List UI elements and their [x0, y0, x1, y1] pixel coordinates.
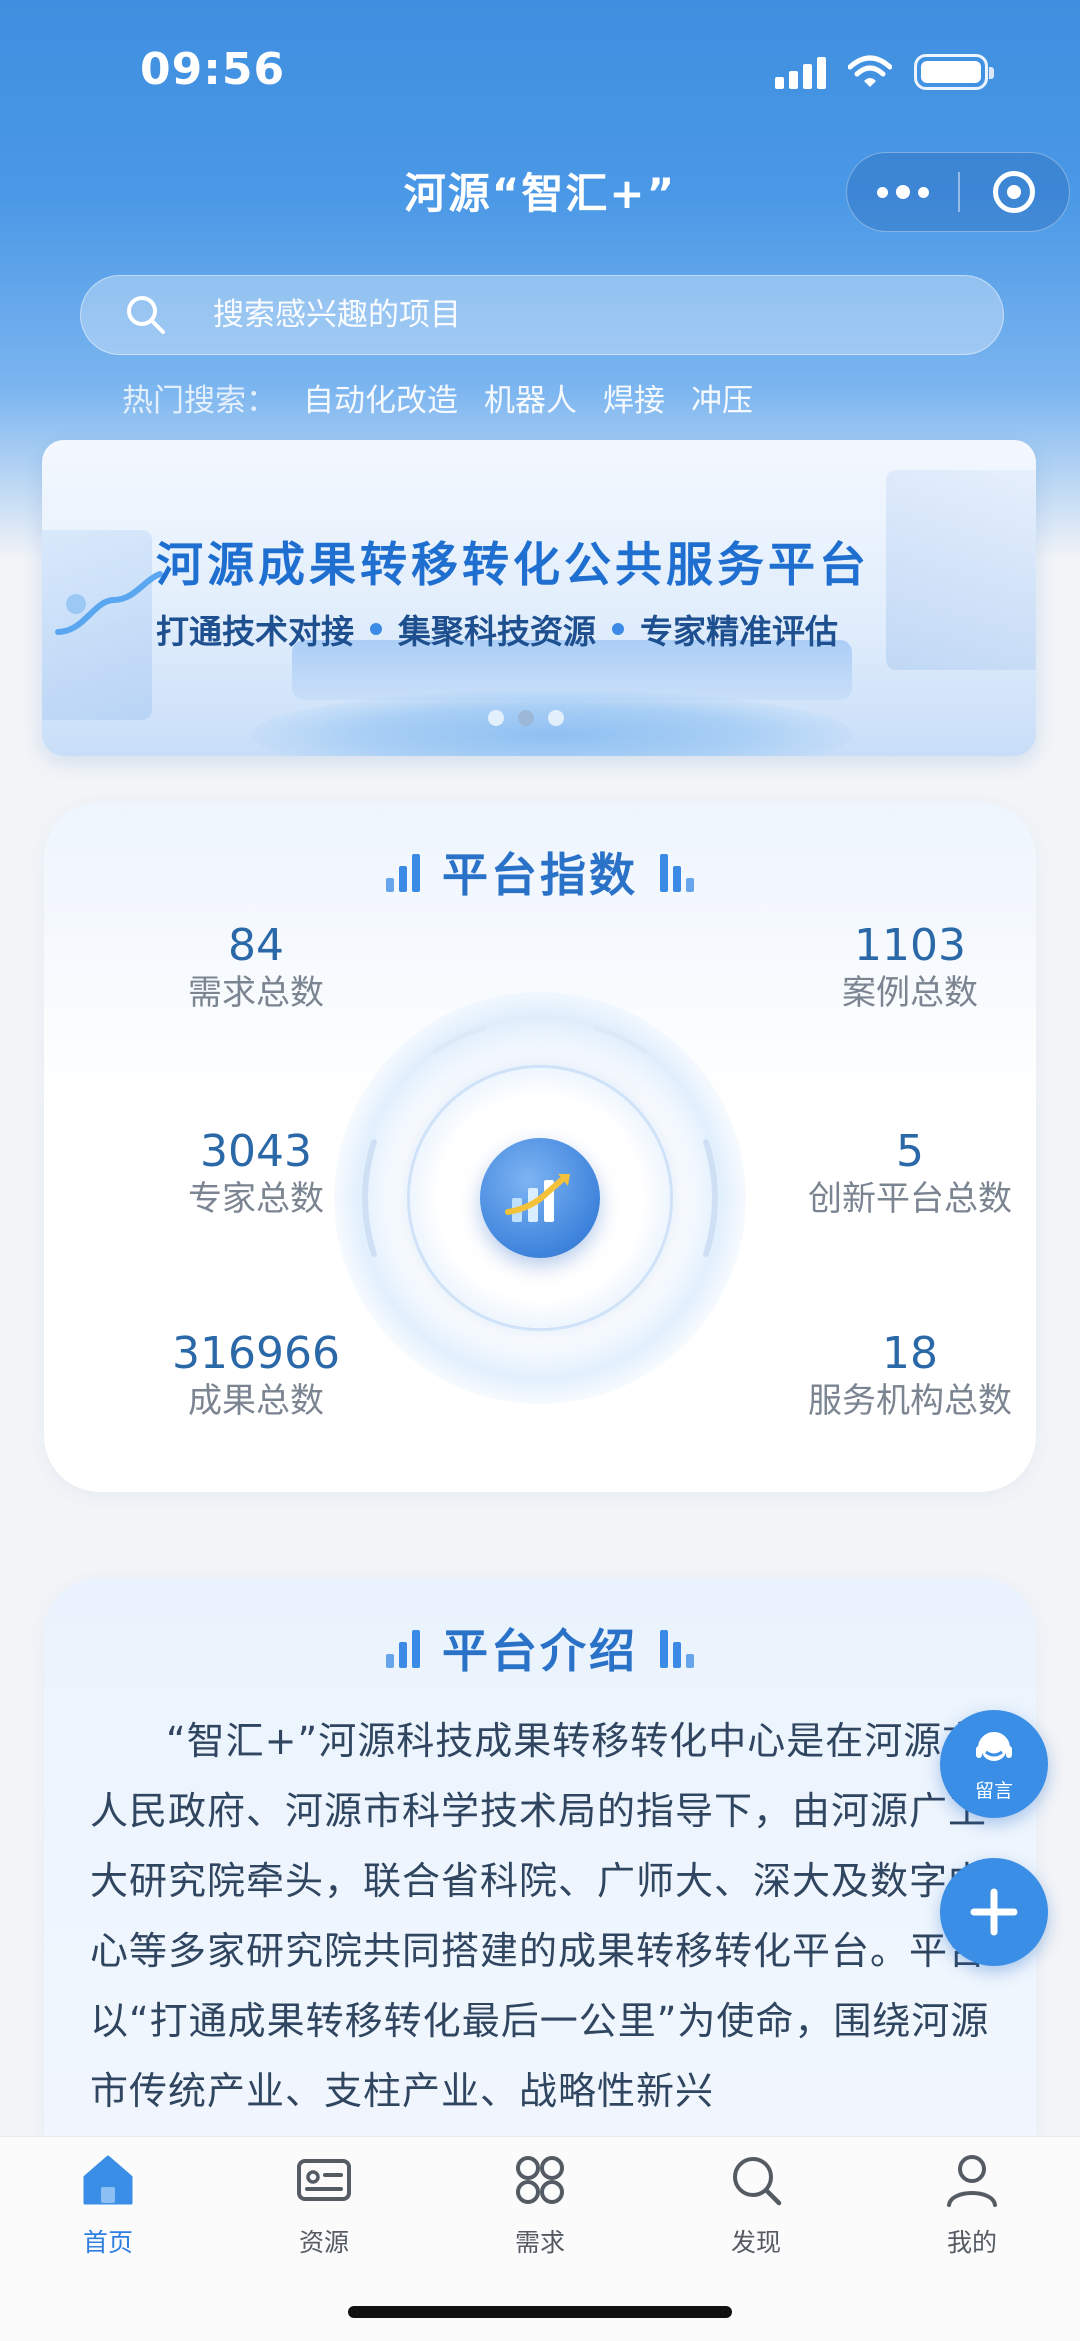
carousel-dot[interactable] — [548, 710, 564, 726]
stat-service-agencies[interactable]: 18 服务机构总数 — [760, 1330, 1060, 1422]
message-button-label: 留言 — [974, 1779, 1013, 1802]
center-orb-graphic — [334, 992, 746, 1404]
grid-icon — [516, 2156, 564, 2204]
hot-search-tag[interactable]: 机器人 — [484, 375, 577, 420]
search-bar[interactable] — [80, 275, 1004, 355]
bar-chart-icon — [660, 852, 694, 892]
customer-service-icon — [976, 1731, 1012, 1761]
more-options-button[interactable] — [847, 152, 958, 232]
growth-chart-icon — [480, 1138, 600, 1258]
add-button[interactable] — [940, 1858, 1048, 1966]
platform-index-card: 平台指数 84 需求总数 1103 案例总数 3043 专家总数 5 创新平台总… — [44, 802, 1036, 1492]
wifi-icon — [848, 55, 892, 87]
target-icon — [993, 171, 1036, 213]
message-button[interactable]: 留言 — [940, 1710, 1048, 1818]
id-card-icon — [297, 2159, 351, 2201]
stat-cases[interactable]: 1103 案例总数 — [760, 922, 1060, 1014]
stat-innovation-platforms[interactable]: 5 创新平台总数 — [760, 1128, 1060, 1220]
search-icon — [127, 296, 165, 334]
bar-chart-icon — [386, 1628, 420, 1668]
user-icon — [947, 2155, 997, 2207]
banner-decoration — [886, 470, 1036, 670]
status-bar: 09:56 — [0, 0, 1080, 150]
platform-intro-heading: 平台介绍 — [44, 1612, 1036, 1684]
platform-intro-text: “智汇+”河源科技成果转移转化中心是在河源市人民政府、河源市科学技术局的指导下，… — [90, 1719, 990, 2113]
tab-discover[interactable]: 发现 — [686, 2149, 826, 2269]
tab-demand[interactable]: 需求 — [470, 2149, 610, 2269]
battery-icon — [914, 54, 994, 90]
miniprogram-capsule — [846, 152, 1070, 232]
hot-search-tag[interactable]: 冲压 — [691, 375, 753, 420]
home-icon — [83, 2155, 133, 2205]
platform-index-heading: 平台指数 — [44, 836, 1036, 908]
bar-chart-icon — [386, 852, 420, 892]
home-indicator — [348, 2306, 732, 2318]
more-dots-icon — [876, 186, 888, 198]
close-miniprogram-button[interactable] — [960, 152, 1069, 232]
status-time: 09:56 — [140, 44, 286, 95]
search-icon — [733, 2157, 782, 2206]
status-icons — [775, 52, 994, 92]
hot-search-tag[interactable]: 自动化改造 — [303, 375, 458, 420]
search-input[interactable] — [213, 297, 913, 333]
hot-search-row: 热门搜索： 自动化改造 机器人 焊接 冲压 — [122, 372, 753, 422]
carousel-dot[interactable] — [518, 710, 534, 726]
banner-subtitle: 打通技术对接 集聚科技资源 专家精准评估 — [156, 612, 838, 651]
hot-search-tag[interactable]: 焊接 — [603, 375, 665, 420]
banner-carousel[interactable]: 河源成果转移转化公共服务平台 打通技术对接 集聚科技资源 专家精准评估 — [42, 440, 1036, 756]
plus-icon — [970, 1888, 1018, 1936]
carousel-indicator — [488, 710, 564, 726]
bar-chart-icon — [660, 1628, 694, 1668]
cellular-signal-icon — [775, 55, 826, 89]
carousel-dot[interactable] — [488, 710, 504, 726]
tab-home[interactable]: 首页 — [38, 2149, 178, 2269]
tab-profile[interactable]: 我的 — [902, 2149, 1042, 2269]
hot-search-label: 热门搜索： — [122, 382, 277, 419]
banner-title: 河源成果转移转化公共服务平台 — [156, 538, 870, 593]
chart-wave-icon — [55, 571, 163, 635]
tab-resources[interactable]: 资源 — [254, 2149, 394, 2269]
